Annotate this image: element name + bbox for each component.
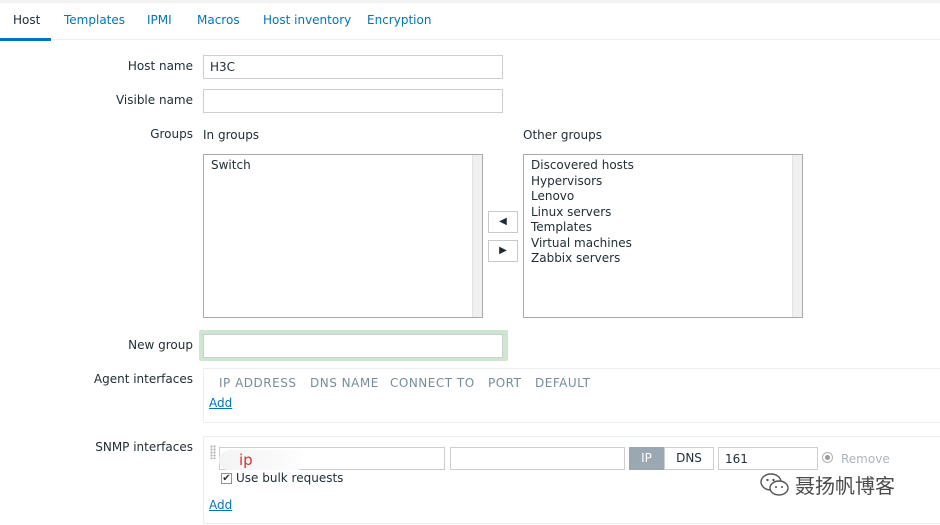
- connect-ip-toggle[interactable]: IP: [629, 447, 664, 470]
- visible-name-input[interactable]: [203, 89, 503, 113]
- column-header-default: DEFAULT: [535, 376, 591, 390]
- move-right-button[interactable]: ▶: [488, 240, 518, 262]
- column-header-ip-address: IP ADDRESS: [219, 376, 297, 390]
- new-group-label: New group: [128, 338, 193, 352]
- list-item[interactable]: Linux servers: [531, 205, 802, 221]
- remove-link[interactable]: Remove: [841, 452, 890, 466]
- drag-handle-icon[interactable]: [210, 445, 216, 459]
- tab-bar: Host Templates IPMI Macros Host inventor…: [0, 3, 940, 41]
- redacted-ip-mask: [219, 450, 306, 470]
- in-groups-label: In groups: [203, 128, 260, 142]
- list-item[interactable]: Hypervisors: [531, 174, 802, 190]
- tab-encryption[interactable]: Encryption: [367, 3, 431, 39]
- default-interface-radio[interactable]: [822, 452, 833, 463]
- connect-dns-toggle[interactable]: DNS: [664, 447, 714, 470]
- agent-add-link[interactable]: Add: [209, 396, 232, 410]
- agent-interfaces-label: Agent interfaces: [93, 372, 193, 386]
- groups-label: Groups: [150, 127, 193, 141]
- snmp-port-input[interactable]: [718, 447, 818, 470]
- new-group-input[interactable]: [203, 334, 503, 358]
- list-item[interactable]: Virtual machines: [531, 236, 802, 252]
- agent-interfaces-panel: IP ADDRESS DNS NAME CONNECT TO PORT DEFA…: [203, 368, 940, 423]
- list-item[interactable]: Discovered hosts: [531, 158, 802, 174]
- tab-host-inventory[interactable]: Host inventory: [263, 3, 351, 39]
- column-header-dns-name: DNS NAME: [310, 376, 379, 390]
- list-item[interactable]: Zabbix servers: [531, 251, 802, 267]
- other-groups-label: Other groups: [523, 128, 602, 142]
- list-item[interactable]: Switch: [211, 158, 482, 174]
- tab-templates[interactable]: Templates: [64, 3, 125, 39]
- snmp-dns-input[interactable]: [450, 447, 625, 470]
- other-groups-list[interactable]: Discovered hosts Hypervisors Lenovo Linu…: [523, 154, 803, 318]
- bulk-requests-label: Use bulk requests: [236, 471, 344, 485]
- active-tab-indicator: [0, 38, 51, 41]
- tab-macros[interactable]: Macros: [197, 3, 240, 39]
- snmp-interfaces-label: SNMP interfaces: [95, 440, 193, 454]
- in-groups-list[interactable]: Switch: [203, 154, 483, 318]
- snmp-add-link[interactable]: Add: [209, 498, 232, 512]
- tab-ipmi[interactable]: IPMI: [147, 3, 172, 39]
- list-item[interactable]: Lenovo: [531, 189, 802, 205]
- scrollbar[interactable]: [472, 155, 482, 317]
- host-name-input[interactable]: [203, 55, 503, 79]
- scrollbar[interactable]: [792, 155, 802, 317]
- watermark-text: 聂扬帆博客: [795, 474, 895, 498]
- list-item[interactable]: Templates: [531, 220, 802, 236]
- host-name-label: Host name: [127, 59, 193, 73]
- wechat-icon: [760, 473, 789, 496]
- move-left-button[interactable]: ◀: [488, 211, 518, 233]
- column-header-connect-to: CONNECT TO: [390, 376, 475, 390]
- tab-host[interactable]: Host: [13, 3, 40, 39]
- ip-annotation: ip: [239, 451, 253, 469]
- visible-name-label: Visible name: [115, 93, 193, 107]
- column-header-port: PORT: [488, 376, 522, 390]
- bulk-requests-checkbox[interactable]: ✔: [221, 473, 232, 484]
